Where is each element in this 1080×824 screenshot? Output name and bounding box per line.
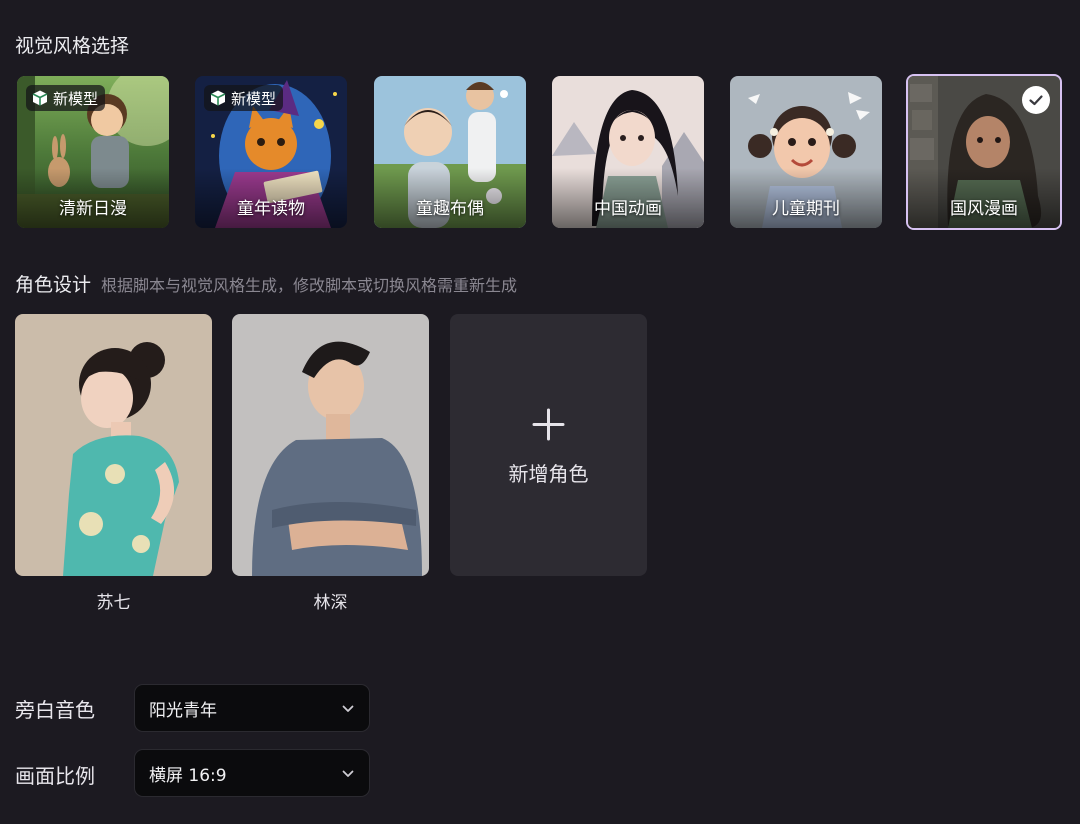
style-card-childhood-reading[interactable]: 新模型 童年读物 xyxy=(195,76,347,228)
aspect-ratio-label: 画面比例 xyxy=(15,764,95,788)
style-card-guofeng-comic[interactable]: 国风漫画 xyxy=(906,74,1062,230)
character-portrait-image xyxy=(15,314,212,576)
style-label: 国风漫画 xyxy=(950,199,1018,219)
page-root: 视觉风格选择 新模型 清新日漫 新模型 童年读物 童趣布偶 中国动画 儿童期刊 … xyxy=(0,0,1080,824)
character-card-linshen[interactable] xyxy=(232,314,429,576)
narration-voice-value: 阳光青年 xyxy=(149,700,217,721)
style-label: 中国动画 xyxy=(594,199,662,219)
narration-voice-label: 旁白音色 xyxy=(15,698,95,722)
visual-style-title: 视觉风格选择 xyxy=(15,35,130,57)
character-name-suqi: 苏七 xyxy=(96,593,131,613)
plus-icon xyxy=(532,408,565,441)
style-list: 新模型 清新日漫 新模型 童年读物 童趣布偶 中国动画 儿童期刊 国风漫画 xyxy=(17,74,1067,232)
chevron-down-icon xyxy=(342,770,354,777)
check-icon xyxy=(1029,95,1043,106)
new-model-badge: 新模型 xyxy=(204,85,284,111)
character-design-subtitle: 根据脚本与视觉风格生成，修改脚本或切换风格需重新生成 xyxy=(101,276,518,295)
style-label: 童年读物 xyxy=(237,199,305,219)
style-card-fresh-anime[interactable]: 新模型 清新日漫 xyxy=(17,76,169,228)
aspect-ratio-select[interactable]: 横屏 16:9 xyxy=(134,749,370,797)
cube-icon xyxy=(210,90,226,106)
add-character-button[interactable]: 新增角色 xyxy=(450,314,647,576)
narration-voice-select[interactable]: 阳光青年 xyxy=(134,684,370,732)
cube-icon xyxy=(32,90,48,106)
check-circle-icon xyxy=(1022,86,1050,114)
style-card-chinese-animation[interactable]: 中国动画 xyxy=(552,76,704,228)
style-label: 童趣布偶 xyxy=(416,199,484,219)
aspect-ratio-value: 横屏 16:9 xyxy=(149,765,227,786)
chevron-down-icon xyxy=(342,705,354,712)
style-card-puppet[interactable]: 童趣布偶 xyxy=(374,76,526,228)
style-card-children-magazine[interactable]: 儿童期刊 xyxy=(730,76,882,228)
style-label: 清新日漫 xyxy=(59,199,127,219)
character-design-title: 角色设计 根据脚本与视觉风格生成，修改脚本或切换风格需重新生成 xyxy=(15,274,518,296)
style-label: 儿童期刊 xyxy=(772,199,840,219)
character-portrait-image xyxy=(232,314,429,576)
add-character-label: 新增角色 xyxy=(508,462,589,486)
new-model-badge: 新模型 xyxy=(26,85,106,111)
character-card-suqi[interactable] xyxy=(15,314,212,576)
character-name-linshen: 林深 xyxy=(313,593,348,613)
